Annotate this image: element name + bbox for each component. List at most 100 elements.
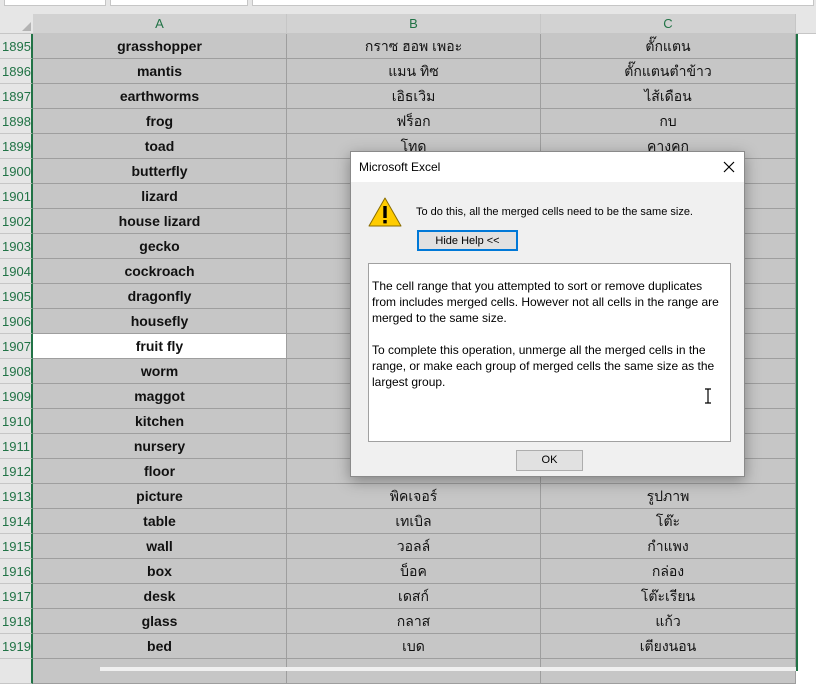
row-header[interactable]: 1914 [0,509,33,534]
cell-c[interactable]: กล่อง [541,559,796,584]
select-all-triangle-icon [22,22,31,31]
formula-controls[interactable] [110,0,248,6]
cell-a[interactable]: box [33,559,287,584]
column-header-b[interactable]: B [287,14,541,33]
cell-a[interactable]: glass [33,609,287,634]
cell-b[interactable]: แมน ทิซ [287,59,541,84]
horizontal-scrollbar[interactable] [100,667,796,671]
row-header[interactable]: 1903 [0,234,33,259]
help-text-paragraph-1: The cell range that you attempted to sor… [372,279,719,325]
close-button[interactable] [714,152,744,182]
ok-button[interactable]: OK [516,450,583,471]
cell-a[interactable]: earthworms [33,84,287,109]
formula-input[interactable] [252,0,814,6]
cell-a[interactable] [33,659,287,684]
row-header[interactable]: 1900 [0,159,33,184]
cell-a[interactable]: toad [33,134,287,159]
cell-c[interactable]: โต๊ะเรียน [541,584,796,609]
cell-a[interactable]: bed [33,634,287,659]
cell-a[interactable]: floor [33,459,287,484]
cell-c[interactable]: ตั๊กแตน [541,34,796,59]
cell-c[interactable]: รูปภาพ [541,484,796,509]
row-header[interactable]: 1911 [0,434,33,459]
cell-b[interactable]: พิคเจอร์ [287,484,541,509]
cell-c[interactable]: กบ [541,109,796,134]
row-header[interactable]: 1918 [0,609,33,634]
table-row: 1918 glass กลาส แก้ว [0,609,816,634]
table-row: 1916 box บ็อค กล่อง [0,559,816,584]
cell-a[interactable]: gecko [33,234,287,259]
help-text-paragraph-2: To complete this operation, unmerge all … [372,343,715,389]
close-icon [723,161,735,173]
cell-c[interactable]: เตียงนอน [541,634,796,659]
row-header[interactable]: 1913 [0,484,33,509]
cell-b[interactable]: บ็อค [287,559,541,584]
cell-b[interactable]: กราซ ฮอพ เพอะ [287,34,541,59]
row-header[interactable] [0,659,33,684]
cell-a[interactable]: table [33,509,287,534]
row-header[interactable]: 1902 [0,209,33,234]
row-header[interactable]: 1917 [0,584,33,609]
cell-a[interactable]: butterfly [33,159,287,184]
row-header[interactable]: 1899 [0,134,33,159]
row-header[interactable]: 1901 [0,184,33,209]
cell-a[interactable]: nursery [33,434,287,459]
cell-c[interactable]: โต๊ะ [541,509,796,534]
cell-a[interactable]: fruit fly [33,334,287,359]
column-header-a[interactable]: A [33,14,287,33]
row-header[interactable]: 1898 [0,109,33,134]
dialog-title: Microsoft Excel [359,160,441,174]
cell-a[interactable]: cockroach [33,259,287,284]
name-box[interactable] [4,0,106,6]
row-header[interactable]: 1908 [0,359,33,384]
table-row: 1913 picture พิคเจอร์ รูปภาพ [0,484,816,509]
table-row: 1919 bed เบด เตียงนอน [0,634,816,659]
cell-b[interactable]: วอลล์ [287,534,541,559]
row-header[interactable]: 1909 [0,384,33,409]
formula-bar-area [0,0,816,14]
cell-b[interactable]: เบด [287,634,541,659]
selection-border-right [796,34,816,671]
cell-a[interactable]: frog [33,109,287,134]
cell-b[interactable] [287,659,541,684]
row-header[interactable]: 1895 [0,34,33,59]
cell-c[interactable]: กำแพง [541,534,796,559]
column-header-c[interactable]: C [541,14,796,33]
select-all-button[interactable] [0,14,34,33]
cell-a[interactable]: wall [33,534,287,559]
cell-c[interactable]: ไส้เดือน [541,84,796,109]
cell-c[interactable]: ตั๊กแตนตำข้าว [541,59,796,84]
text-cursor-icon [705,388,711,404]
hide-help-button[interactable]: Hide Help << [417,230,518,251]
cell-a[interactable]: desk [33,584,287,609]
row-header[interactable]: 1904 [0,259,33,284]
cell-a[interactable]: kitchen [33,409,287,434]
cell-b[interactable]: เอิธเวิม [287,84,541,109]
row-header[interactable]: 1910 [0,409,33,434]
row-header[interactable]: 1919 [0,634,33,659]
cell-a[interactable]: housefly [33,309,287,334]
cell-a[interactable]: house lizard [33,209,287,234]
cell-b[interactable]: เดสก์ [287,584,541,609]
row-header[interactable]: 1897 [0,84,33,109]
cell-a[interactable]: lizard [33,184,287,209]
row-header[interactable]: 1907 [0,334,33,359]
cell-a[interactable]: mantis [33,59,287,84]
cell-b[interactable]: กลาส [287,609,541,634]
cell-a[interactable]: dragonfly [33,284,287,309]
row-header[interactable]: 1912 [0,459,33,484]
cell-a[interactable]: maggot [33,384,287,409]
table-row: 1895 grasshopper กราซ ฮอพ เพอะ ตั๊กแตน [0,34,816,59]
cell-b[interactable]: ฟร็อก [287,109,541,134]
row-header[interactable]: 1916 [0,559,33,584]
cell-c[interactable] [541,659,796,684]
cell-b[interactable]: เทเบิล [287,509,541,534]
row-header[interactable]: 1896 [0,59,33,84]
cell-a[interactable]: picture [33,484,287,509]
cell-c[interactable]: แก้ว [541,609,796,634]
cell-a[interactable]: grasshopper [33,34,287,59]
cell-a[interactable]: worm [33,359,287,384]
row-header[interactable]: 1906 [0,309,33,334]
row-header[interactable]: 1905 [0,284,33,309]
row-header[interactable]: 1915 [0,534,33,559]
